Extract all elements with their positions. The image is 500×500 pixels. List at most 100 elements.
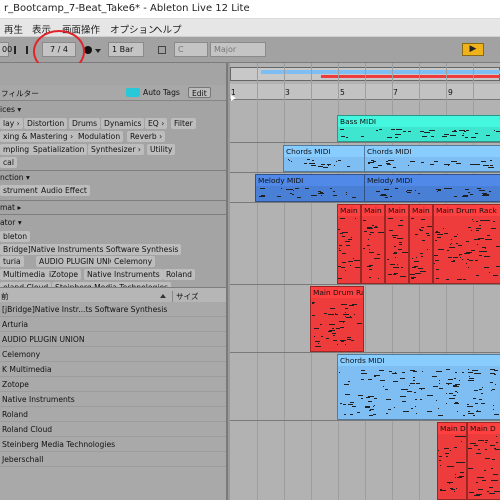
clip-main-drum-rack[interactable]: Main D — [409, 204, 433, 284]
midi-note — [291, 161, 292, 162]
scale-dropdown[interactable]: Major — [210, 42, 266, 57]
clip-main-drum-rack[interactable]: Main D — [467, 422, 500, 500]
clip-chords-midi[interactable]: Chords MIDI — [364, 145, 500, 172]
tag-distortion[interactable]: Distortion — [24, 118, 68, 129]
clip-main-drum-rack[interactable]: Main C — [361, 204, 385, 284]
list-item[interactable]: Roland Cloud — [0, 422, 226, 437]
tag-dynamics[interactable]: Dynamics — [101, 118, 145, 129]
clip-main-drum-rack[interactable]: Main D — [385, 204, 409, 284]
tag-utility[interactable]: Utility — [147, 144, 176, 155]
list-item[interactable]: Native Instruments — [0, 392, 226, 407]
tag-synthesizer[interactable]: Synthesizer › — [88, 144, 144, 155]
midi-note — [397, 264, 398, 265]
auto-tags-eye-icon[interactable] — [126, 88, 140, 97]
tag-arturia[interactable]: turia — [0, 256, 24, 267]
clip-chords-midi[interactable]: Chords MIDI — [337, 354, 500, 420]
midi-note — [475, 260, 478, 261]
tempo-field[interactable]: 00 — [0, 42, 12, 57]
devices-header[interactable]: ices ▾ — [0, 105, 21, 114]
tag-spatialization[interactable]: Spatialization — [30, 144, 88, 155]
list-item[interactable]: [jBridge]Native Instr...ts Software Synt… — [0, 302, 226, 317]
format-header[interactable]: mat ▸ — [0, 203, 21, 212]
midi-note — [468, 369, 469, 370]
midi-note — [473, 415, 475, 416]
list-item[interactable]: Steinberg Media Technologies — [0, 437, 226, 452]
tag-mixing-mastering[interactable]: xing & Mastering › — [0, 131, 77, 142]
sort-arrow-icon[interactable] — [160, 294, 166, 298]
midi-note — [408, 131, 411, 132]
midi-note — [288, 189, 293, 190]
size-column-header[interactable]: サイズ — [172, 291, 199, 302]
menu-item-help[interactable]: ヘルプ — [153, 22, 182, 36]
draw-mode-icon[interactable] — [158, 46, 166, 54]
midi-note — [477, 477, 481, 478]
tag-sampling[interactable]: mpling — [0, 144, 33, 155]
tag-reverb[interactable]: Reverb › — [127, 131, 166, 142]
tag-drums[interactable]: Drums — [69, 118, 101, 129]
tag-filter[interactable]: Filter — [171, 118, 196, 129]
midi-note — [335, 314, 338, 315]
list-item[interactable]: Celemony — [0, 347, 226, 362]
tag-eq[interactable]: EQ › — [145, 118, 168, 129]
follow-button[interactable]: ▶ — [462, 43, 484, 56]
creator-header[interactable]: ator ▾ — [0, 218, 22, 227]
midi-note — [315, 346, 321, 347]
midi-note — [439, 460, 441, 461]
midi-note — [485, 440, 488, 441]
midi-note — [440, 490, 446, 491]
list-item[interactable]: AUDIO PLUGIN UNION — [0, 332, 226, 347]
browser-panel: フィルター Auto Tags Edit ices ▾ lay › Distor… — [0, 63, 228, 500]
tag-audio-effect[interactable]: Audio Effect — [38, 185, 90, 196]
midi-note — [290, 193, 291, 194]
tag-jbridge[interactable]: Bridge]Native Instruments Software Synth… — [0, 244, 182, 255]
track-lane — [230, 352, 500, 353]
name-column-header[interactable]: 前 — [1, 291, 9, 302]
midi-note — [379, 370, 384, 371]
tap-tempo-icon[interactable] — [14, 46, 28, 54]
clip-main-drum-rack[interactable]: Main D — [437, 422, 467, 500]
tag-native-instruments[interactable]: Native Instruments — [84, 269, 163, 280]
tag-roland[interactable]: Roland — [163, 269, 195, 280]
clip-main-drum-rack[interactable]: Main D — [337, 204, 361, 284]
list-item[interactable]: K Multimedia — [0, 362, 226, 377]
list-item[interactable]: Roland — [0, 407, 226, 422]
tag-instrument[interactable]: strument — [0, 185, 41, 196]
clip-main-drum-rack[interactable]: Main Drum Ra — [310, 286, 364, 352]
midi-note — [413, 377, 415, 378]
list-item[interactable]: Jeberschall — [0, 452, 226, 467]
clip-melody-midi[interactable]: Melody MIDI — [255, 174, 365, 202]
arrangement-view: 1 3 5 7 9 Bass MIDI Chords MIDI Chords M… — [230, 63, 500, 500]
auto-tags-label[interactable]: Auto Tags — [143, 88, 180, 97]
metronome-icon[interactable] — [84, 46, 92, 54]
clip-chords-midi[interactable]: Chords MIDI — [283, 145, 365, 172]
midi-note — [305, 188, 309, 189]
tag-celemony[interactable]: Celemony — [111, 256, 156, 267]
clip-melody-midi[interactable]: Melody MIDI — [364, 174, 500, 202]
quantize-dropdown[interactable]: 1 Bar — [108, 42, 144, 57]
menu-item-options[interactable]: オプション — [110, 22, 158, 36]
midi-note — [389, 230, 393, 231]
key-dropdown[interactable]: C — [174, 42, 208, 57]
list-item[interactable]: Arturia — [0, 317, 226, 332]
tag-ableton[interactable]: bleton — [0, 231, 31, 242]
midi-note — [419, 229, 421, 230]
midi-note — [453, 260, 455, 261]
divider — [0, 170, 226, 171]
loop-start-icon[interactable] — [231, 95, 236, 101]
clip-main-drum-rack[interactable]: Main Drum Rack — [433, 204, 500, 284]
metronome-dropdown-icon[interactable] — [95, 49, 101, 53]
tag-ik-multimedia[interactable]: Multimedia — [0, 269, 49, 280]
menu-item-play[interactable]: 再生 — [4, 22, 23, 36]
tag-izotope[interactable]: iZotope — [46, 269, 82, 280]
list-item[interactable]: Zotope — [0, 377, 226, 392]
midi-note — [467, 259, 469, 260]
function-header[interactable]: nction ▾ — [0, 173, 30, 182]
tag-modulation[interactable]: Modulation — [75, 131, 124, 142]
tag-vocal[interactable]: cal — [0, 157, 17, 168]
tag-delay[interactable]: lay › — [0, 118, 23, 129]
clip-bass-midi[interactable]: Bass MIDI — [337, 115, 500, 142]
midi-note — [295, 188, 299, 189]
midi-note — [414, 392, 416, 393]
edit-button[interactable]: Edit — [188, 87, 211, 98]
midi-note — [340, 403, 342, 404]
